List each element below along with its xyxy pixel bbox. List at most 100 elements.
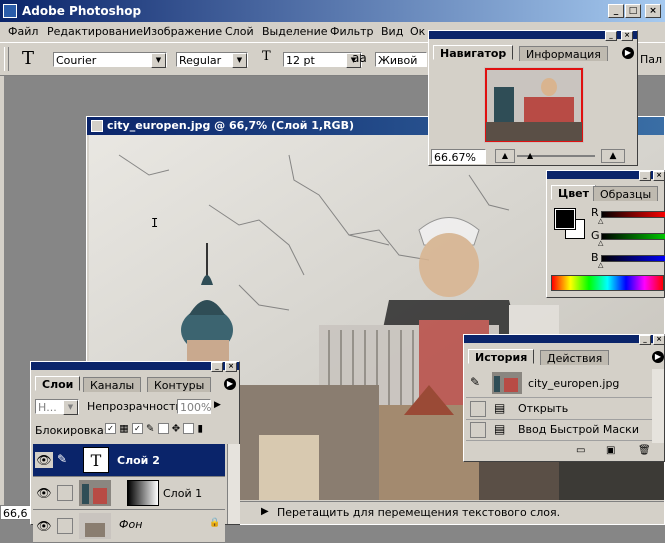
- color-spectrum-ramp[interactable]: [551, 275, 664, 291]
- close-button[interactable]: ×: [621, 31, 633, 41]
- slider-thumb[interactable]: △: [598, 261, 603, 269]
- tab-color[interactable]: Цвет: [551, 185, 597, 200]
- new-snapshot-icon[interactable]: ▣: [606, 445, 615, 456]
- zoom-in-icon[interactable]: ▲: [601, 149, 625, 163]
- channel-b-slider[interactable]: [601, 255, 665, 262]
- panel-menu-button[interactable]: ▶: [224, 378, 236, 390]
- navigator-panel: _ × Навигатор Информация ▶ 66.67% ▲ ▲ ▲: [428, 30, 638, 166]
- history-snapshot[interactable]: ✎ city_europen.jpg: [466, 369, 652, 398]
- layer-row[interactable]: 👁 Фон 🔒: [33, 510, 225, 543]
- zoom-slider-thumb[interactable]: ▲: [527, 151, 533, 160]
- panel-titlebar[interactable]: [31, 362, 239, 370]
- menu-layer[interactable]: Слой: [225, 25, 254, 38]
- type-tool-icon[interactable]: T: [22, 48, 34, 69]
- tab-navigator[interactable]: Навигатор: [433, 45, 514, 60]
- maximize-button[interactable]: □: [625, 4, 641, 18]
- navigator-zoom-value: 66.67%: [434, 151, 476, 164]
- link-box[interactable]: [57, 518, 73, 534]
- foreground-color-swatch[interactable]: [554, 208, 576, 230]
- brush-icon: ✎: [146, 423, 155, 435]
- palette-well-label[interactable]: Пал: [640, 53, 662, 66]
- layer-thumbnail: [79, 513, 111, 539]
- history-scrollbar[interactable]: [652, 369, 664, 443]
- minimize-button[interactable]: _: [608, 4, 624, 18]
- tab-channels[interactable]: Каналы: [83, 377, 142, 392]
- history-item[interactable]: ▤ Ввод Быстрой Маски: [466, 420, 652, 441]
- document-state-icon: ▤: [494, 401, 506, 415]
- channel-g-slider[interactable]: [601, 233, 665, 240]
- menu-select[interactable]: Выделение: [262, 25, 328, 38]
- blend-mode-select[interactable]: Н... ▼: [35, 399, 79, 415]
- minimize-button[interactable]: _: [639, 171, 651, 181]
- lock-position-checkbox[interactable]: [157, 423, 169, 434]
- blend-mode-value: Н...: [38, 401, 57, 414]
- layers-scrollbar[interactable]: [227, 444, 240, 524]
- chevron-down-icon[interactable]: ▼: [151, 53, 166, 68]
- opacity-field[interactable]: 100%: [177, 399, 211, 414]
- toolbox-edge: [0, 76, 4, 506]
- close-button[interactable]: ×: [653, 171, 665, 181]
- channel-r-slider[interactable]: [601, 211, 665, 218]
- panel-titlebar[interactable]: [464, 335, 664, 343]
- lock-image-checkbox[interactable]: ✓: [131, 423, 143, 434]
- tab-history[interactable]: История: [468, 349, 535, 364]
- font-family-select[interactable]: Courier ▼: [53, 52, 167, 68]
- chevron-down-icon[interactable]: ▼: [232, 53, 247, 68]
- minimize-button[interactable]: _: [605, 31, 617, 41]
- layer-row[interactable]: 👁 Слой 1: [33, 477, 225, 510]
- antialias-value: Живой: [378, 54, 418, 67]
- layers-panel: _ × Слои Каналы Контуры ▶ Н... ▼ Непрозр…: [30, 361, 240, 543]
- close-button[interactable]: ×: [225, 362, 237, 372]
- opacity-label: Непрозрачность:: [87, 400, 186, 413]
- tab-actions[interactable]: Действия: [540, 350, 610, 365]
- history-item[interactable]: ▤ Открыть: [466, 399, 652, 420]
- font-size-select[interactable]: 12 pt ▼: [283, 52, 362, 68]
- visibility-eye-icon[interactable]: 👁: [35, 518, 53, 534]
- new-document-from-state-icon[interactable]: ▭: [576, 445, 585, 456]
- trash-icon[interactable]: 🗑: [638, 445, 651, 456]
- menu-edit[interactable]: Редактирование: [47, 25, 143, 38]
- font-size-glyph: T: [262, 49, 271, 64]
- opacity-value: 100%: [180, 401, 212, 414]
- slider-thumb[interactable]: △: [598, 239, 603, 247]
- visibility-eye-icon[interactable]: 👁: [35, 485, 53, 501]
- opacity-arrow-icon[interactable]: ▶: [214, 400, 221, 410]
- lock-all-checkbox[interactable]: [183, 423, 195, 434]
- menu-window[interactable]: Ок: [410, 25, 425, 38]
- layer-row-selected[interactable]: 👁 ✎ T Слой 2: [33, 444, 225, 477]
- app-title: Adobe Photoshop: [22, 4, 142, 18]
- font-size-icon: T: [262, 49, 271, 64]
- minimize-button[interactable]: _: [639, 335, 651, 345]
- slider-thumb[interactable]: △: [598, 217, 603, 225]
- visibility-eye-icon[interactable]: 👁: [35, 452, 53, 468]
- navigator-zoom-field[interactable]: 66.67%: [431, 149, 486, 164]
- layer-name: Слой 1: [163, 487, 203, 500]
- antialias-select[interactable]: Живой: [375, 52, 427, 67]
- close-button[interactable]: ×: [653, 335, 665, 345]
- tab-paths[interactable]: Контуры: [147, 377, 212, 392]
- navigator-thumbnail[interactable]: [484, 67, 584, 143]
- minimize-button[interactable]: _: [211, 362, 223, 372]
- history-state-box: [470, 401, 486, 417]
- chevron-down-icon[interactable]: ▼: [63, 400, 78, 415]
- close-button[interactable]: ×: [645, 4, 661, 18]
- tab-swatches[interactable]: Образцы: [593, 186, 659, 201]
- play-arrow-icon[interactable]: ▶: [261, 506, 269, 517]
- status-text: Перетащить для перемещения текстового сл…: [277, 506, 561, 519]
- menu-view[interactable]: Вид: [381, 25, 403, 38]
- menu-image[interactable]: Изображение: [143, 25, 222, 38]
- lock-transparency-checkbox[interactable]: ✓: [105, 423, 116, 434]
- layer-mask-thumbnail: [127, 480, 159, 506]
- menu-filter[interactable]: Фильтр: [330, 25, 374, 38]
- panel-menu-button[interactable]: ▶: [622, 47, 634, 59]
- font-style-select[interactable]: Regular ▼: [176, 52, 248, 68]
- zoom-out-icon[interactable]: ▲: [495, 149, 515, 163]
- zoom-field[interactable]: 66,6: [0, 505, 32, 520]
- tab-info[interactable]: Информация: [519, 46, 608, 61]
- layer-thumbnail: T: [83, 447, 109, 473]
- link-box[interactable]: [57, 485, 73, 501]
- tab-layers[interactable]: Слои: [35, 376, 81, 391]
- menu-file[interactable]: Файл: [8, 25, 38, 38]
- panel-menu-button[interactable]: ▶: [652, 351, 664, 363]
- history-brush-icon[interactable]: ✎: [470, 375, 480, 389]
